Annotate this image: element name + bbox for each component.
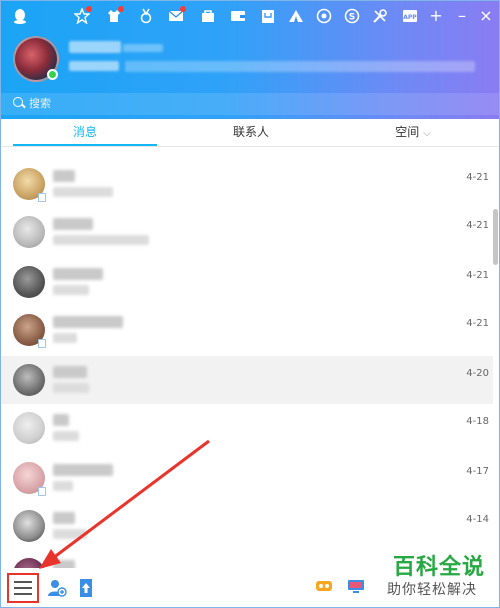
- list-scrollbar[interactable]: [493, 209, 498, 265]
- top-toolbar: S APP + – ×: [1, 5, 499, 29]
- s-icon[interactable]: S: [341, 5, 363, 27]
- wallet-icon[interactable]: [227, 5, 249, 27]
- message-preview-blur: [53, 235, 149, 245]
- tab-space[interactable]: 空间 ⌵: [341, 119, 485, 147]
- message-preview-blur: [53, 431, 79, 441]
- list-item[interactable]: 4-21: [1, 160, 493, 208]
- app-icon[interactable]: APP: [399, 5, 421, 27]
- timestamp: 4-20: [466, 368, 489, 379]
- upload-icon[interactable]: [77, 578, 95, 597]
- signature-blur[interactable]: [69, 61, 119, 71]
- contact-name-blur: [53, 268, 103, 280]
- watermark-subtitle: 助你轻松解决: [387, 582, 477, 598]
- shirt-icon[interactable]: [103, 5, 125, 27]
- contact-name-blur: [53, 464, 113, 476]
- tab-messages[interactable]: 消息: [13, 119, 157, 147]
- contact-name-blur: [53, 316, 123, 328]
- tab-label: 消息: [72, 125, 97, 139]
- close-icon[interactable]: ×: [477, 7, 495, 25]
- contact-name-blur: [53, 170, 75, 182]
- add-contact-icon[interactable]: [47, 578, 67, 597]
- conversation-list: 4-21 4-21 4-21 4-21 4-20 4-18 4-17 4-14: [1, 148, 493, 568]
- timestamp: 4-17: [466, 466, 489, 477]
- avatar: [13, 558, 45, 568]
- main-tabs: 消息 联系人 空间 ⌵: [1, 119, 499, 147]
- message-preview-blur: [53, 187, 113, 197]
- game-icon[interactable]: [315, 578, 333, 596]
- phone-badge-icon: [38, 339, 46, 348]
- list-item[interactable]: 4-18: [1, 404, 493, 452]
- signature-extra-blur: [125, 61, 475, 72]
- svg-text:APP: APP: [403, 14, 417, 21]
- timestamp: 4-21: [466, 270, 489, 281]
- timestamp: 4-21: [466, 220, 489, 231]
- avatar: [13, 266, 45, 298]
- search-icon: [13, 97, 23, 107]
- avatar: [13, 216, 45, 248]
- mail-icon[interactable]: [165, 5, 187, 27]
- message-preview-blur: [53, 383, 89, 393]
- header: S APP + – ×: [1, 1, 499, 119]
- avatar: [13, 364, 45, 396]
- list-item[interactable]: 4-14: [1, 502, 493, 550]
- contact-name-blur: [53, 512, 75, 524]
- svg-text:S: S: [349, 13, 355, 23]
- plus-icon[interactable]: +: [427, 7, 445, 25]
- message-preview-blur: [53, 333, 77, 343]
- qq-main-window: S APP + – × 消息 联系人 空间 ⌵: [0, 0, 500, 608]
- avatar: [13, 412, 45, 444]
- tools-icon[interactable]: [369, 5, 391, 27]
- list-item[interactable]: 4-21: [1, 208, 493, 256]
- level-blur: [123, 44, 163, 52]
- timestamp: 4-21: [466, 318, 489, 329]
- timestamp: 4-18: [466, 416, 489, 427]
- qq-icon[interactable]: [9, 5, 31, 27]
- contact-name-blur: [53, 414, 69, 426]
- phone-badge-icon: [38, 487, 46, 496]
- shop-icon[interactable]: [197, 5, 219, 27]
- bag-icon[interactable]: [257, 5, 279, 27]
- tab-contacts[interactable]: 联系人: [179, 119, 323, 147]
- avatar: [13, 510, 45, 542]
- message-preview-blur: [53, 529, 87, 539]
- timestamp: 4-14: [466, 514, 489, 525]
- minimize-icon[interactable]: –: [453, 7, 471, 25]
- online-status-icon[interactable]: [47, 69, 58, 80]
- star-icon[interactable]: [71, 5, 93, 27]
- music-icon[interactable]: [313, 5, 335, 27]
- list-item[interactable]: 4-21: [1, 306, 493, 354]
- chevron-down-icon: ⌵: [423, 128, 431, 139]
- active-tab-indicator: [13, 144, 157, 146]
- timestamp: 4-21: [466, 172, 489, 183]
- screen-icon[interactable]: [347, 578, 365, 596]
- list-item[interactable]: 4-21: [1, 258, 493, 306]
- menu-icon: [14, 581, 32, 583]
- contact-name-blur: [53, 218, 93, 230]
- watermark-title: 百科全说: [392, 555, 485, 580]
- tent-icon[interactable]: [285, 5, 307, 27]
- medal-icon[interactable]: [135, 5, 157, 27]
- list-item[interactable]: 4-20: [1, 356, 493, 404]
- contact-name-blur: [53, 560, 75, 568]
- message-preview-blur: [53, 285, 89, 295]
- list-item[interactable]: [1, 148, 493, 156]
- main-menu-button[interactable]: [7, 573, 39, 603]
- nickname-blur[interactable]: [69, 41, 121, 53]
- phone-badge-icon: [38, 193, 46, 202]
- contact-name-blur: [53, 366, 87, 378]
- message-preview-blur: [53, 481, 73, 491]
- list-item[interactable]: 4-17: [1, 454, 493, 502]
- tab-label: 空间: [395, 125, 420, 139]
- search-input[interactable]: [29, 95, 229, 111]
- tab-label: 联系人: [232, 125, 269, 139]
